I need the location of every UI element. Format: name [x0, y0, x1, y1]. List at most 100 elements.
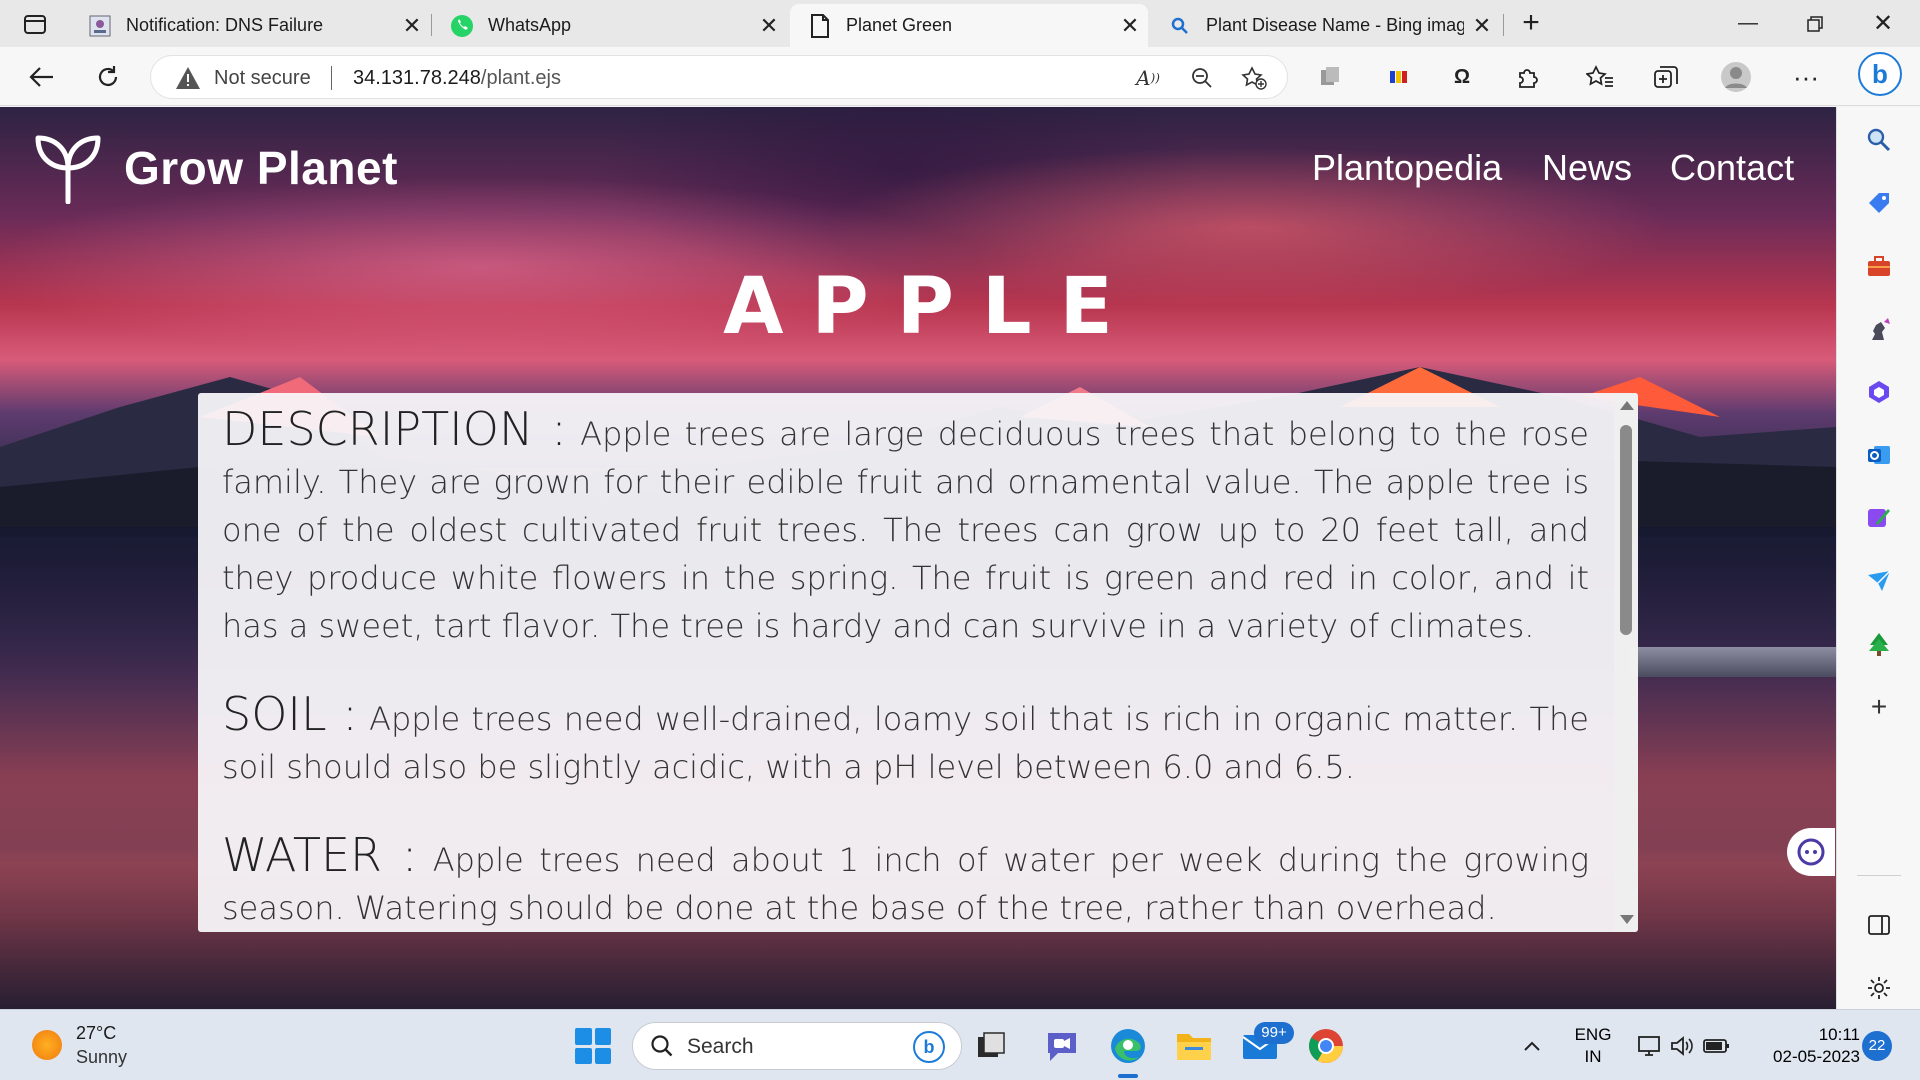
whatsapp-icon [450, 14, 474, 38]
section-text: Apple trees need about 1 inch of water p… [222, 841, 1590, 927]
edge-sidebar: + [1836, 107, 1920, 1009]
back-button[interactable] [24, 59, 60, 95]
nav-news[interactable]: News [1542, 147, 1632, 189]
designer-icon[interactable] [1863, 502, 1895, 534]
battery-icon[interactable] [1694, 1024, 1738, 1068]
tab-dns-failure[interactable]: Notification: DNS Failure ✕ [70, 4, 430, 47]
search-label: Search [687, 1035, 754, 1058]
new-tab-button[interactable]: + [1514, 8, 1548, 42]
shopping-tag-icon[interactable] [1863, 187, 1895, 219]
add-sidebar-app-icon[interactable]: + [1863, 691, 1895, 723]
restore-button[interactable] [1782, 0, 1848, 47]
notification-badge[interactable]: 22 [1862, 1031, 1892, 1061]
collections-ext-icon[interactable] [1312, 59, 1348, 95]
outlook-icon[interactable] [1863, 439, 1895, 471]
omega-extension-icon[interactable]: Ω [1444, 59, 1480, 95]
weather-temperature[interactable]: 27°C [76, 1023, 116, 1044]
close-icon[interactable]: ✕ [394, 13, 430, 39]
start-windows-icon[interactable] [575, 1028, 611, 1064]
refresh-button[interactable] [90, 59, 126, 95]
sidebar-divider [1857, 875, 1901, 876]
tab-title: Notification: DNS Failure [126, 15, 324, 35]
close-icon[interactable]: ✕ [1112, 13, 1148, 39]
dns-icon [88, 14, 112, 38]
nav-plantopedia[interactable]: Plantopedia [1312, 147, 1502, 189]
hide-sidebar-icon[interactable] [1863, 909, 1895, 941]
scroll-thumb[interactable] [1620, 425, 1632, 635]
mail-badge: 99+ [1254, 1022, 1294, 1044]
security-label[interactable]: Not secure [214, 67, 311, 90]
language-indicator[interactable]: ENG IN [1568, 1024, 1618, 1068]
warning-icon[interactable] [175, 66, 201, 95]
site-brand[interactable]: Grow Planet [32, 132, 398, 204]
add-favorite-icon[interactable] [1239, 63, 1269, 93]
active-app-indicator [1118, 1074, 1138, 1078]
tab-title: Planet Green [846, 15, 953, 35]
windows-taskbar: 27°C Sunny Search b 99+ ENG IN 10:11 02-… [0, 1009, 1920, 1080]
collections-icon[interactable] [1648, 59, 1684, 95]
tree-icon[interactable] [1863, 628, 1895, 660]
file-explorer-icon[interactable] [1172, 1024, 1216, 1068]
send-icon[interactable] [1863, 565, 1895, 597]
sprout-logo-icon [35, 135, 101, 204]
tab-planet-green[interactable]: Planet Green ✕ [790, 4, 1148, 47]
tab-divider [1503, 14, 1504, 36]
games-icon[interactable] [1863, 313, 1895, 345]
scroll-down-icon[interactable] [1620, 915, 1634, 924]
section-label: SOIL : [222, 687, 358, 741]
edge-browser-icon[interactable] [1106, 1024, 1150, 1068]
close-icon[interactable]: ✕ [751, 13, 787, 39]
task-view-icon[interactable] [970, 1024, 1014, 1068]
nav-contact[interactable]: Contact [1670, 147, 1794, 189]
section-label: WATER : [222, 828, 418, 882]
section-text: Apple trees need well-drained, loamy soi… [222, 700, 1589, 786]
brand-name: Grow Planet [124, 142, 398, 194]
tools-briefcase-icon[interactable] [1863, 250, 1895, 282]
favorites-icon[interactable] [1582, 59, 1618, 95]
close-icon[interactable]: ✕ [1464, 13, 1500, 39]
tab-bing-images[interactable]: Plant Disease Name - Bing images ✕ [1150, 4, 1500, 47]
taskbar-search[interactable]: Search b [632, 1022, 962, 1070]
url-text[interactable]: 34.131.78.248/plant.ejs [353, 67, 561, 90]
web-content: Grow Planet Plantopedia News Contact APP… [0, 107, 1836, 1009]
weather-condition[interactable]: Sunny [76, 1047, 127, 1068]
tab-strip: Notification: DNS Failure ✕ WhatsApp ✕ P… [0, 0, 1920, 47]
bing-search-icon [1168, 14, 1192, 38]
bing-icon: b [913, 1031, 945, 1063]
teams-chat-icon[interactable] [1040, 1024, 1084, 1068]
search-icon[interactable] [1863, 124, 1895, 156]
clock-time: 10:11 [1818, 1025, 1860, 1044]
read-aloud-icon[interactable]: A)) [1133, 63, 1163, 93]
tab-title: Plant Disease Name - Bing images [1206, 15, 1464, 35]
water-section: WATER : Apple trees need about 1 inch of… [222, 831, 1589, 932]
settings-gear-icon[interactable] [1863, 972, 1895, 1004]
system-clock[interactable]: 10:11 02-05-2023 [1750, 1024, 1860, 1068]
tab-title: WhatsApp [488, 15, 572, 35]
scroll-up-icon[interactable] [1620, 401, 1634, 410]
zoom-out-icon[interactable] [1187, 63, 1217, 93]
chrome-icon[interactable] [1304, 1024, 1348, 1068]
clock-date: 02-05-2023 [1773, 1047, 1860, 1066]
sun-weather-icon[interactable] [32, 1030, 62, 1060]
page-icon [808, 13, 832, 38]
microsoft365-icon[interactable] [1863, 376, 1895, 408]
extensions-icon[interactable] [1510, 59, 1546, 95]
minimize-button[interactable]: — [1715, 0, 1781, 47]
plant-info-card[interactable]: DESCRIPTION : Apple trees are large deci… [198, 393, 1638, 932]
tab-whatsapp[interactable]: WhatsApp ✕ [432, 4, 787, 47]
flag-extension-icon[interactable] [1380, 59, 1416, 95]
plant-title: APPLE [723, 262, 1141, 352]
plant-info-body: DESCRIPTION : Apple trees are large deci… [222, 405, 1589, 932]
address-bar[interactable]: Not secure 34.131.78.248/plant.ejs A)) [150, 55, 1288, 99]
more-menu-icon[interactable]: ··· [1788, 59, 1824, 95]
chevron-up-icon[interactable] [1510, 1024, 1554, 1068]
window-close-button[interactable]: ✕ [1850, 0, 1916, 47]
soil-section: SOIL : Apple trees need well-drained, lo… [222, 690, 1589, 791]
profile-avatar[interactable] [1718, 59, 1754, 95]
section-label: DESCRIPTION : [222, 402, 567, 456]
copilot-float-button[interactable] [1787, 828, 1835, 876]
bing-copilot-button[interactable]: b [1858, 52, 1902, 96]
tab-actions-icon[interactable] [20, 11, 50, 37]
card-scrollbar[interactable] [1614, 393, 1638, 932]
copilot-icon [1797, 838, 1825, 866]
